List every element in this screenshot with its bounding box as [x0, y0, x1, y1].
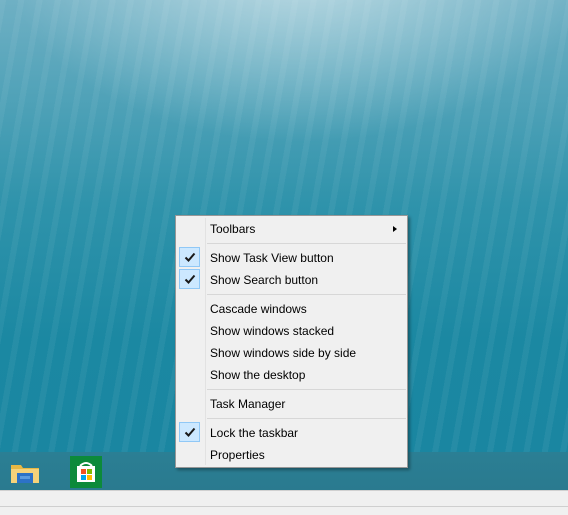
submenu-arrow-icon	[393, 226, 397, 232]
menu-item-label: Task Manager	[210, 397, 286, 411]
menu-item-side-by-side[interactable]: Show windows side by side	[176, 342, 407, 364]
menu-separator	[207, 418, 406, 419]
menu-item-label: Lock the taskbar	[210, 426, 299, 440]
menu-item-label: Show Search button	[210, 273, 319, 287]
menu-item-task-manager[interactable]: Task Manager	[176, 393, 407, 415]
menu-item-toolbars[interactable]: Toolbars	[176, 218, 407, 240]
menu-item-label: Show windows stacked	[210, 324, 335, 338]
checkmark-icon	[179, 269, 200, 289]
menu-item-show-desktop[interactable]: Show the desktop	[176, 364, 407, 386]
menu-item-lock-taskbar[interactable]: Lock the taskbar	[176, 422, 407, 444]
checkmark-icon	[179, 422, 200, 442]
menu-item-stacked[interactable]: Show windows stacked	[176, 320, 407, 342]
menu-separator	[207, 294, 406, 295]
menu-item-properties[interactable]: Properties	[176, 444, 407, 466]
menu-item-label: Show Task View button	[210, 251, 334, 265]
menu-item-show-search[interactable]: Show Search button	[176, 269, 407, 291]
menu-item-label: Show windows side by side	[210, 346, 357, 360]
menu-item-cascade[interactable]: Cascade windows	[176, 298, 407, 320]
taskbar-context-menu: Toolbars Show Task View button Show Sear…	[175, 215, 408, 468]
menu-separator	[207, 389, 406, 390]
menu-item-label: Properties	[210, 448, 265, 462]
file-explorer-icon[interactable]	[9, 456, 41, 488]
menu-separator	[207, 243, 406, 244]
menu-item-label: Show the desktop	[210, 368, 306, 382]
menu-item-show-task-view[interactable]: Show Task View button	[176, 247, 407, 269]
menu-item-label: Toolbars	[210, 222, 256, 236]
checkmark-icon	[179, 247, 200, 267]
window-bottom-strip	[0, 490, 568, 515]
store-icon[interactable]	[70, 456, 102, 488]
menu-item-label: Cascade windows	[210, 302, 307, 316]
